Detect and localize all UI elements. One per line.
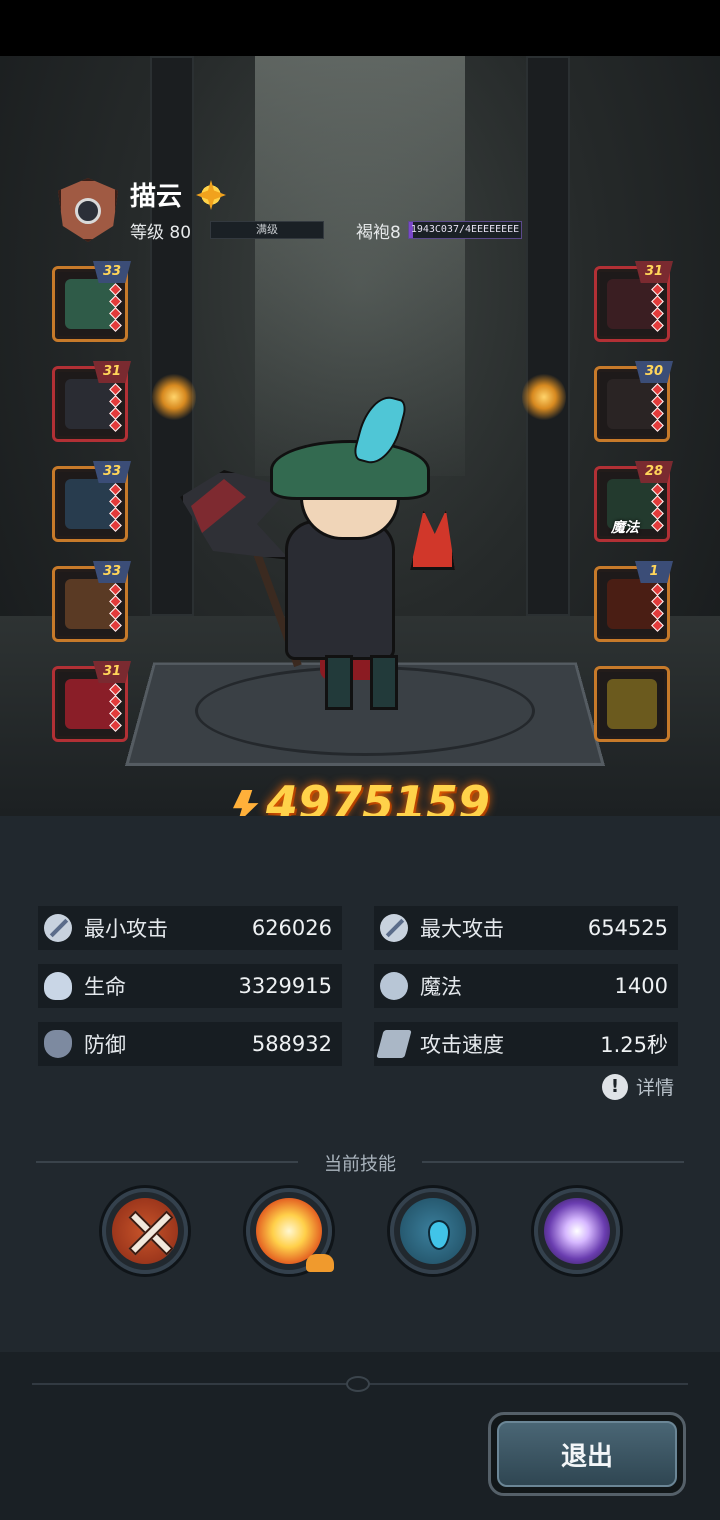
rune-slot[interactable]: 1	[594, 561, 673, 642]
level-status: 满级	[256, 223, 278, 236]
gem-sockets	[109, 383, 122, 433]
hat-slot[interactable]: 33	[52, 261, 131, 342]
wall-lamp-icon	[522, 372, 566, 422]
gem-sockets	[109, 583, 122, 633]
stat-label: 最小攻击	[84, 917, 168, 941]
boots-slot[interactable]: 33	[52, 561, 131, 642]
water-shield-skill-icon	[400, 1198, 466, 1264]
stat-value: 1400	[614, 974, 668, 998]
gem-sockets	[109, 483, 122, 533]
stat-value: 626026	[251, 916, 332, 940]
heart-icon	[44, 972, 72, 1000]
exit-label: 退出	[497, 1421, 677, 1487]
stat-label: 防御	[84, 1033, 126, 1057]
item-level-badge: 31	[635, 261, 673, 283]
gloves-slot[interactable]: 33	[52, 461, 131, 542]
hat-icon	[65, 279, 115, 329]
shadow-burst-skill-icon	[544, 1198, 610, 1264]
skills-title: 当前技能	[324, 1154, 396, 1175]
gem-sockets	[651, 583, 664, 633]
item-level-badge: 1	[635, 561, 673, 583]
avatar-core	[75, 198, 101, 224]
gem-sockets	[651, 283, 664, 333]
gem-sockets	[109, 283, 122, 333]
item-level-badge: 28	[635, 461, 673, 483]
chest-armor-slot[interactable]: 31	[52, 361, 131, 442]
pillar	[150, 56, 194, 616]
stat-magic: 魔法 1400	[374, 964, 678, 1008]
stat-label: 攻击速度	[420, 1033, 504, 1057]
exit-button[interactable]: 退出	[488, 1412, 686, 1496]
magic-swirl-icon	[380, 972, 408, 1000]
details-button[interactable]: ! 详情	[602, 1073, 674, 1100]
magic-tag: 魔法	[611, 520, 639, 536]
rank-progress-text: 1943C037/4EEEEEEEE	[410, 224, 520, 235]
stat-label: 生命	[84, 975, 126, 999]
item-level-badge: 33	[93, 561, 131, 583]
item-level-badge: 31	[93, 361, 131, 383]
gem-sockets	[651, 483, 664, 533]
info-icon: !	[602, 1073, 628, 1100]
ring-slot[interactable]: 30	[594, 361, 673, 442]
item-level-badge: 33	[93, 461, 131, 483]
hero-character[interactable]	[180, 391, 460, 720]
sun-badge-icon	[196, 180, 226, 210]
stat-value: 588932	[251, 1032, 332, 1056]
hero-hat	[270, 440, 430, 500]
stat-label: 魔法	[420, 975, 462, 999]
hero-leg	[370, 655, 398, 710]
stat-label: 最大攻击	[420, 917, 504, 941]
armor-icon	[65, 379, 115, 429]
skill-shadow-burst[interactable]	[534, 1188, 620, 1274]
hero-pauldron	[410, 510, 455, 570]
magic-necklace-slot[interactable]: 28 魔法	[594, 461, 673, 542]
item-level-badge: 31	[93, 661, 131, 683]
player-avatar[interactable]	[52, 172, 124, 244]
wing-icon	[376, 1030, 412, 1058]
boots-icon	[65, 579, 115, 629]
rank-progress-bar: 1943C037/4EEEEEEEE	[408, 221, 522, 239]
lightning-slot[interactable]	[594, 666, 670, 742]
gloves-icon	[65, 479, 115, 529]
lightning-icon	[607, 679, 657, 729]
level-label: 等级 80	[130, 223, 192, 243]
stat-attack-speed: 攻击速度 1.25秒	[374, 1022, 678, 1066]
skill-explosion[interactable]	[246, 1188, 334, 1274]
sword-icon	[44, 914, 72, 942]
hero-body	[285, 520, 395, 660]
shield-icon	[44, 1030, 72, 1058]
status-bar	[0, 0, 720, 56]
gem-sockets	[651, 383, 664, 433]
crossed-axes-skill-icon	[112, 1198, 178, 1264]
item-level-badge: 33	[93, 261, 131, 283]
stat-max-attack: 最大攻击 654525	[374, 906, 678, 950]
sword-icon	[380, 914, 408, 942]
skill-water-shield[interactable]	[390, 1188, 476, 1274]
stat-min-attack: 最小攻击 626026	[38, 906, 342, 950]
stat-value: 654525	[587, 916, 668, 940]
cape-icon	[65, 679, 115, 729]
stat-value: 1.25秒	[600, 1033, 668, 1057]
ring-icon	[607, 379, 657, 429]
ornament-icon	[346, 1376, 370, 1392]
level-bar: 满级	[210, 221, 324, 239]
rune-icon	[607, 579, 657, 629]
stat-value: 3329915	[238, 974, 332, 998]
axe-weapon-icon	[607, 279, 657, 329]
cape-slot[interactable]: 31	[52, 661, 131, 742]
rank-label: 褐袍8	[356, 223, 401, 243]
skill-crossed-axes[interactable]	[102, 1188, 188, 1274]
details-label: 详情	[636, 1077, 675, 1099]
item-level-badge: 30	[635, 361, 673, 383]
stat-health: 生命 3329915	[38, 964, 342, 1008]
gem-sockets	[109, 683, 122, 733]
pillar	[526, 56, 570, 616]
stat-defense: 防御 588932	[38, 1022, 342, 1066]
hero-leg	[325, 655, 353, 710]
cloud-badge-icon	[306, 1254, 334, 1272]
weapon-slot[interactable]: 31	[594, 261, 673, 342]
player-name: 描云	[130, 182, 183, 212]
